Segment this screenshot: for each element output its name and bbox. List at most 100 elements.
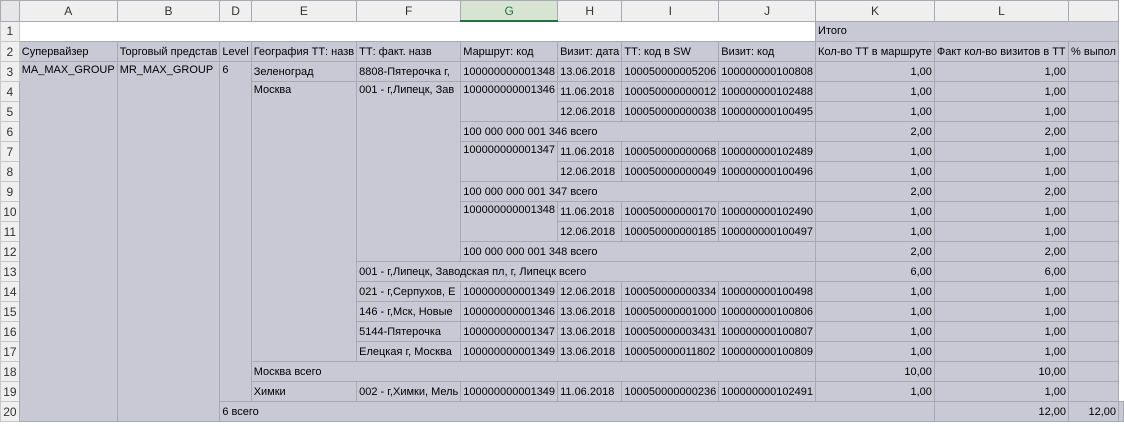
cell-outlet-sw-code[interactable]: 100050000000170 [621,201,720,222]
cell-actual-visits[interactable]: 2,00 [933,241,1070,262]
cell-visit-code[interactable]: 100000000102491 [718,381,817,402]
column-header-k[interactable]: K [815,0,935,22]
header-visit-date[interactable]: Визит: дата [557,41,623,62]
header-percent-done[interactable]: % выпол [1068,41,1119,62]
cell-visit-date[interactable]: 11.06.2018 [557,201,623,222]
header-outlet-sw-code[interactable]: ТТ: код в SW [621,41,720,62]
cell-outlet-name[interactable]: 021 - г,Серпухов, Е [356,281,462,302]
header-visit-code[interactable]: Визит: код [718,41,817,62]
cell-percent-done[interactable] [1068,61,1119,82]
column-header-f[interactable]: F [356,0,462,22]
cell-actual-visits[interactable]: 1,00 [933,381,1070,402]
cell-visit-code[interactable]: 100000000100497 [718,221,817,242]
cell-visit-code[interactable]: 100000000102488 [718,81,817,102]
cell-visit-date[interactable]: 12.06.2018 [557,281,623,302]
cell-total-header[interactable]: Итого [815,20,1119,42]
cell-percent-done[interactable] [1068,101,1119,122]
cell-outlets-in-route[interactable]: 1,00 [815,61,935,82]
cell-route-code[interactable]: 100000000001349 [460,341,559,362]
cell-actual-visits[interactable]: 12,00 [1068,401,1119,422]
cell-percent-done[interactable] [1068,201,1119,222]
row-header[interactable]: 20 [0,401,20,422]
cell-outlets-in-route[interactable]: 1,00 [815,341,935,362]
row-header[interactable]: 10 [0,201,20,222]
cell-percent-done[interactable] [1068,341,1119,362]
cell-outlet-sw-code[interactable]: 100050000000236 [621,381,720,402]
cell-route-code[interactable]: 100000000001347 [460,321,559,342]
cell-visit-date[interactable]: 13.06.2018 [557,341,623,362]
column-header-b[interactable]: B [116,0,221,22]
cell-route-code[interactable]: 100000000001346 [460,81,559,122]
cell-outlets-in-route[interactable]: 1,00 [815,381,935,402]
column-header-l[interactable]: L [933,0,1070,22]
cell-percent-done[interactable] [1068,321,1119,342]
cell-outlet-name[interactable]: 146 - г,Мск, Новые [356,301,462,322]
column-header-j[interactable]: J [718,0,817,22]
cell-visit-code[interactable]: 100000000100808 [718,61,817,82]
row-header[interactable]: 11 [0,221,20,242]
cell-outlets-in-route[interactable]: 10,00 [815,361,935,382]
row-header[interactable]: 16 [0,321,20,342]
cell-actual-visits[interactable]: 1,00 [933,301,1070,322]
cell-outlets-in-route[interactable]: 1,00 [815,201,935,222]
cell-actual-visits[interactable]: 1,00 [933,81,1070,102]
cell-actual-visits[interactable]: 6,00 [933,261,1070,282]
column-header-h[interactable]: H [557,0,623,22]
cell-outlets-in-route[interactable]: 2,00 [815,241,935,262]
cell-outlets-in-route[interactable]: 1,00 [815,81,935,102]
cell-percent-done[interactable] [1068,81,1119,102]
cell-route-code[interactable]: 100000000001348 [460,201,559,242]
cell-percent-done[interactable] [1068,301,1119,322]
header-outlets-in-route[interactable]: Кол-во ТТ в маршруте [815,41,935,62]
row-header[interactable]: 2 [0,41,20,62]
cell-outlets-in-route[interactable]: 2,00 [815,181,935,202]
cell-outlet-sw-code[interactable]: 100050000000012 [621,81,720,102]
row-header[interactable]: 12 [0,241,20,262]
cell-route-code[interactable]: 100000000001346 [460,301,559,322]
row-header[interactable]: 17 [0,341,20,362]
cell-visit-code[interactable]: 100000000100496 [718,161,817,182]
header-route-code[interactable]: Маршрут: код [460,41,559,62]
cell-outlet-sw-code[interactable]: 100050000000049 [621,161,720,182]
cell-outlets-in-route[interactable]: 1,00 [815,141,935,162]
column-header-e[interactable]: E [250,0,358,22]
cell-visit-date[interactable]: 13.06.2018 [557,321,623,342]
cell-actual-visits[interactable]: 2,00 [933,121,1070,142]
cell-outlets-in-route[interactable]: 1,00 [815,321,935,342]
cell-outlet-name[interactable]: Елецкая г, Москва [356,341,462,362]
cell-geography[interactable]: Химки [250,381,358,402]
cell-sales-rep[interactable]: MR_MAX_GROUP [116,61,221,422]
cell-visit-date[interactable]: 13.06.2018 [557,61,623,82]
cell-percent-done[interactable] [1068,121,1119,142]
cell-percent-done[interactable] [1068,141,1119,162]
cell-route-subtotal-label[interactable]: 100 000 000 001 348 всего [460,241,817,262]
cell-route-code[interactable]: 100000000001349 [460,381,559,402]
row-header[interactable]: 1 [0,20,20,42]
cell-outlet-sw-code[interactable]: 100050000000185 [621,221,720,242]
cell-actual-visits[interactable]: 1,00 [933,341,1070,362]
cell-outlet-sw-code[interactable]: 100050000001000 [621,301,720,322]
row-header[interactable]: 13 [0,261,20,282]
row-header[interactable]: 4 [0,81,20,102]
header-outlet-name[interactable]: ТТ: факт. назв [356,41,462,62]
cell-outlet-sw-code[interactable]: 100050000005206 [621,61,720,82]
cell-outlet-sw-code[interactable]: 100050000000038 [621,101,720,122]
cell-outlets-in-route[interactable]: 1,00 [815,101,935,122]
cell-visit-code[interactable]: 100000000102490 [718,201,817,222]
cell-percent-done[interactable] [1068,261,1119,282]
cell-outlets-in-route[interactable]: 12,00 [933,401,1070,422]
row-header[interactable]: 14 [0,281,20,302]
cell-outlets-in-route[interactable]: 2,00 [815,121,935,142]
cell-visit-date[interactable]: 11.06.2018 [557,141,623,162]
cell-outlet-name[interactable]: 001 - г,Липецк, Зав [356,81,462,262]
cell-visit-code[interactable]: 100000000102489 [718,141,817,162]
cell-supervisor[interactable]: MA_MAX_GROUP [18,61,118,422]
cell-geography[interactable]: Москва [250,81,358,362]
cell-outlets-in-route[interactable]: 6,00 [815,261,935,282]
column-header-m[interactable] [1068,0,1119,22]
cell-route-subtotal-label[interactable]: 100 000 000 001 347 всего [460,181,817,202]
cell-visit-date[interactable]: 13.06.2018 [557,301,623,322]
cell-actual-visits[interactable]: 1,00 [933,201,1070,222]
cell-outlet-name[interactable]: 002 - г,Химки, Мель [356,381,462,402]
cell-percent-done[interactable] [1068,381,1119,402]
